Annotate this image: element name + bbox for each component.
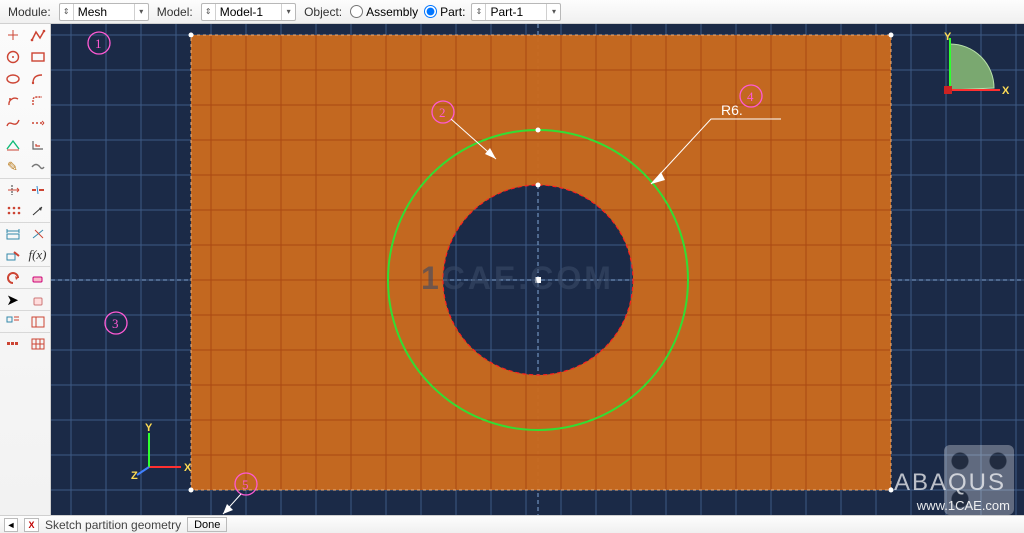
brand-watermark: ABAQUS bbox=[894, 469, 1006, 497]
csys-triad: X Y Z bbox=[131, 423, 201, 483]
svg-text:Y: Y bbox=[145, 423, 153, 434]
split-tool[interactable] bbox=[25, 179, 50, 201]
chevron-down-icon[interactable]: ▾ bbox=[281, 4, 295, 20]
linear-pattern-tool[interactable] bbox=[0, 333, 25, 355]
construction-line-tool[interactable] bbox=[25, 112, 50, 134]
extend-tool[interactable] bbox=[25, 156, 50, 178]
auto-trim-tool[interactable] bbox=[0, 179, 25, 201]
select-tool[interactable]: ➤ bbox=[0, 289, 25, 311]
object-assembly-radio[interactable]: Assembly bbox=[350, 5, 418, 19]
context-toolbar: Module: ⇕ Mesh ▾ Model: ⇕ Model-1 ▾ Obje… bbox=[0, 0, 1024, 24]
module-selector[interactable]: ⇕ Mesh ▾ bbox=[59, 3, 149, 21]
main-area: ✎ f(x) ➤ bbox=[0, 24, 1024, 515]
sketch-viewport[interactable]: 1CAE.COM R6. 1 2 3 4 5 X bbox=[51, 24, 1024, 515]
chevron-up-down-icon[interactable]: ⇕ bbox=[202, 4, 216, 20]
part-value: Part-1 bbox=[486, 5, 546, 19]
grid-pattern-tool[interactable] bbox=[25, 333, 50, 355]
chevron-down-icon[interactable]: ▾ bbox=[134, 4, 148, 20]
dimension-tool[interactable] bbox=[0, 223, 25, 245]
chevron-up-down-icon[interactable]: ⇕ bbox=[60, 4, 74, 20]
svg-text:R6.: R6. bbox=[721, 102, 743, 118]
offset-tool[interactable] bbox=[25, 134, 50, 156]
prompt-text: Sketch partition geometry bbox=[45, 518, 181, 532]
arc-tangent-tool[interactable] bbox=[25, 68, 50, 90]
model-value: Model-1 bbox=[216, 5, 281, 19]
ellipse-tool[interactable] bbox=[0, 68, 25, 90]
model-label: Model: bbox=[155, 5, 195, 19]
parameter-tool[interactable]: f(x) bbox=[25, 244, 50, 266]
sketch-options-tool[interactable] bbox=[0, 311, 25, 333]
site-watermark: www.1CAE.com bbox=[917, 498, 1010, 513]
point-tool[interactable] bbox=[0, 24, 25, 46]
circle-tool[interactable] bbox=[0, 46, 25, 68]
svg-text:1: 1 bbox=[95, 36, 102, 51]
arc-center-tool[interactable] bbox=[0, 90, 25, 112]
svg-text:Z: Z bbox=[131, 470, 138, 482]
prompt-back-button[interactable]: ◄ bbox=[4, 518, 18, 532]
reset-view-tool[interactable] bbox=[25, 311, 50, 333]
module-value: Mesh bbox=[74, 5, 134, 19]
model-selector[interactable]: ⇕ Model-1 ▾ bbox=[201, 3, 296, 21]
edit-dimension-tool[interactable] bbox=[0, 244, 25, 266]
svg-text:X: X bbox=[184, 462, 192, 474]
assembly-radio-label: Assembly bbox=[366, 5, 418, 19]
delete-tool[interactable] bbox=[25, 289, 50, 311]
module-label: Module: bbox=[6, 5, 53, 19]
assembly-radio-input[interactable] bbox=[350, 5, 363, 18]
spline-tool[interactable] bbox=[0, 112, 25, 134]
constraint-tool[interactable] bbox=[25, 223, 50, 245]
rectangle-tool[interactable] bbox=[25, 46, 50, 68]
svg-text:4: 4 bbox=[747, 89, 754, 104]
part-radio-label: Part: bbox=[440, 5, 465, 19]
eraser-tool[interactable] bbox=[25, 267, 50, 289]
undo-tool[interactable] bbox=[0, 267, 25, 289]
svg-text:2: 2 bbox=[439, 105, 446, 120]
view-triad[interactable]: X Y bbox=[932, 30, 1012, 110]
move-tool[interactable] bbox=[25, 200, 50, 222]
project-edges-tool[interactable] bbox=[0, 134, 25, 156]
chevron-down-icon[interactable]: ▾ bbox=[546, 4, 560, 20]
svg-text:X: X bbox=[1002, 85, 1010, 97]
trim-tool[interactable]: ✎ bbox=[0, 156, 25, 178]
prompt-cancel-button[interactable]: X bbox=[24, 518, 39, 532]
object-part-radio[interactable]: Part: bbox=[424, 5, 465, 19]
pattern-tool[interactable] bbox=[0, 200, 25, 222]
center-watermark: 1CAE.COM bbox=[421, 260, 614, 296]
chevron-up-down-icon[interactable]: ⇕ bbox=[472, 4, 486, 20]
part-radio-input[interactable] bbox=[424, 5, 437, 18]
fillet-tool[interactable] bbox=[25, 90, 50, 112]
line-tool[interactable] bbox=[25, 24, 50, 46]
prompt-bar: ◄ X Sketch partition geometry Done bbox=[0, 515, 1024, 533]
sketch-toolbox: ✎ f(x) ➤ bbox=[0, 24, 51, 515]
svg-text:5: 5 bbox=[242, 477, 249, 492]
svg-text:Y: Y bbox=[944, 31, 952, 43]
part-selector[interactable]: ⇕ Part-1 ▾ bbox=[471, 3, 561, 21]
prompt-done-button[interactable]: Done bbox=[187, 517, 227, 532]
svg-text:3: 3 bbox=[112, 316, 119, 331]
object-label: Object: bbox=[302, 5, 344, 19]
